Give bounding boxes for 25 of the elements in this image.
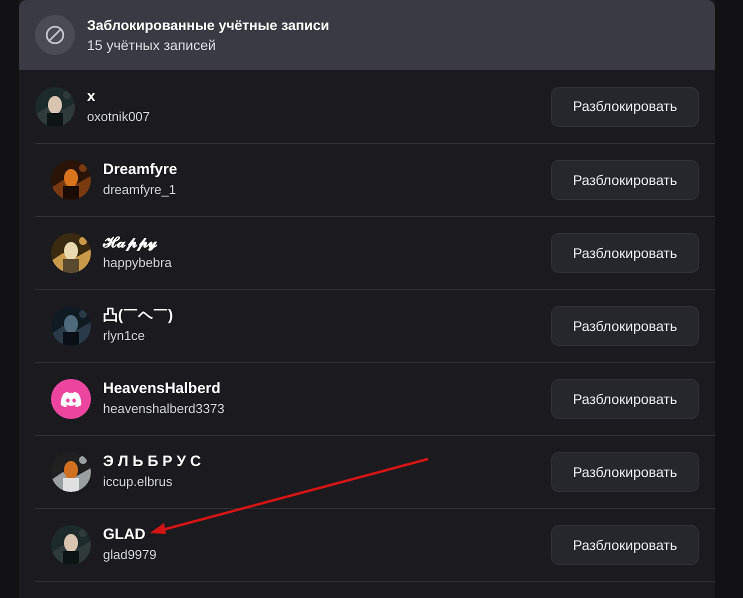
username: iccup.elbrus: [103, 473, 174, 491]
display-name: Dreamfyre: [103, 160, 178, 180]
unblock-button[interactable]: Разблокировать: [551, 379, 699, 419]
username: heavenshalberd3373: [103, 400, 226, 418]
display-name: 𝓗𝓪𝓹𝓹𝔂: [103, 233, 158, 253]
username: glad9979: [103, 546, 158, 564]
unblock-button[interactable]: Разблокировать: [551, 452, 699, 492]
unblock-button[interactable]: Разблокировать: [551, 160, 699, 200]
username: rlyn1ce: [103, 327, 146, 345]
header-subtitle: 15 учётных записей: [87, 36, 217, 55]
username: oxotnik007: [87, 108, 151, 126]
unblock-button[interactable]: Разблокировать: [551, 306, 699, 346]
blocked-icon: [35, 15, 75, 55]
display-name: x: [87, 86, 96, 106]
header-title: Заблокированные учётные записи: [87, 16, 330, 35]
display-name: Э Л Ь Б Р У С: [103, 452, 202, 472]
display-name: HeavensHalberd: [103, 379, 222, 399]
unblock-button[interactable]: Разблокировать: [551, 233, 699, 273]
display-name: 凸(￣ヘ￣): [103, 306, 174, 326]
username: happybebra: [103, 254, 173, 272]
username: dreamfyre_1: [103, 181, 177, 199]
unblock-button[interactable]: Разблокировать: [551, 86, 699, 126]
display-name: GLAD: [103, 525, 146, 545]
controller-icon: [60, 391, 82, 407]
unblock-button[interactable]: Разблокировать: [551, 525, 699, 565]
